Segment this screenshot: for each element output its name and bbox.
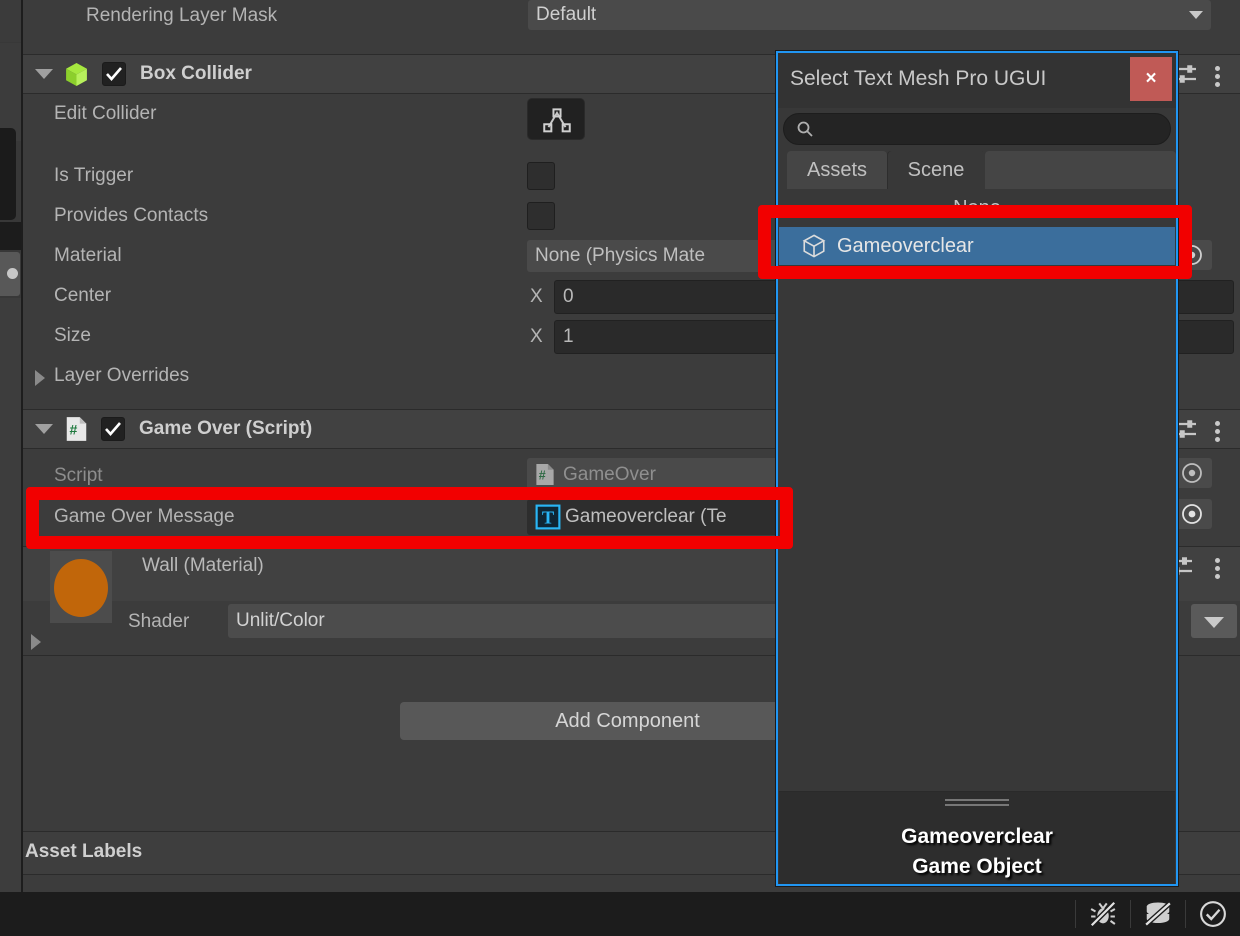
close-icon[interactable]: × [1130, 57, 1172, 101]
tab-scene-label: Scene [907, 158, 965, 181]
preview-object-name: Gameoverclear [901, 825, 1053, 848]
collider-material-objectfield[interactable]: None (Physics Mate [527, 240, 817, 272]
center-x-value: 0 [563, 286, 574, 307]
provides-contacts-checkbox[interactable] [527, 202, 555, 230]
database-disabled-icon[interactable] [1131, 892, 1185, 936]
bug-disabled-icon[interactable] [1076, 892, 1130, 936]
search-icon [796, 120, 814, 138]
sliver-segment-upper [0, 43, 22, 141]
list-item-gameoverclear[interactable]: Gameoverclear [779, 227, 1175, 265]
chevron-down-icon [1189, 11, 1203, 19]
is-trigger-checkbox[interactable] [527, 162, 555, 190]
collider-material-label: Material [54, 245, 122, 266]
game-over-enabled-checkbox[interactable] [101, 417, 125, 441]
layer-overrides-foldout-icon[interactable] [35, 370, 45, 386]
size-x-input[interactable]: 1 [554, 320, 804, 354]
sliver-segment-lower [0, 298, 22, 892]
script-label: Script [54, 465, 103, 486]
list-item-none-label: None [953, 196, 1001, 219]
dialog-title: Select Text Mesh Pro UGUI [790, 67, 1047, 90]
component-menu-icon[interactable] [1205, 414, 1231, 444]
collider-material-picker-icon[interactable] [1172, 240, 1212, 270]
center-axis-x-label: X [530, 286, 543, 307]
box-collider-title: Box Collider [140, 63, 252, 84]
center-label: Center [54, 285, 112, 306]
rendering-layer-mask-value: Default [536, 4, 597, 25]
search-field[interactable] [783, 113, 1171, 145]
resize-handle[interactable] [945, 799, 1009, 809]
dialog-preview-pane: Gameoverclear Game Object [779, 791, 1175, 884]
component-menu-icon[interactable] [1205, 551, 1231, 581]
size-label: Size [54, 325, 91, 346]
shader-value: Unlit/Color [236, 610, 325, 631]
material-name: Wall (Material) [142, 555, 264, 576]
size-axis-x-label: X [530, 326, 543, 347]
list-item-none[interactable]: None [779, 189, 1175, 227]
chevron-down-icon [1204, 617, 1224, 628]
dialog-tabbar: Assets Scene [778, 151, 1176, 189]
dialog-titlebar: Select Text Mesh Pro UGUI × [778, 53, 1176, 108]
script-value: GameOver [563, 464, 656, 485]
sliver-segment-mid [0, 222, 22, 250]
is-trigger-label: Is Trigger [54, 165, 134, 186]
list-item-gameoverclear-label: Gameoverclear [837, 234, 974, 257]
tabbar-filler [985, 151, 1176, 189]
rendering-layer-mask-label: Rendering Layer Mask [86, 5, 278, 26]
unity-inspector-screen: Rendering Layer Mask Default Box Collide… [0, 0, 1240, 936]
dialog-results-list[interactable]: None Gameoverclear [779, 189, 1175, 791]
sliver-nub-dot-icon [7, 268, 18, 279]
provides-contacts-label: Provides Contacts [54, 205, 209, 226]
sliver-button-nub[interactable] [0, 252, 20, 296]
left-panel-sliver [0, 0, 22, 892]
size-x-value: 1 [563, 326, 574, 347]
svg-text:T: T [542, 508, 554, 528]
svg-text:#: # [539, 468, 546, 482]
box-collider-header-actions [1171, 55, 1240, 93]
check-circle-icon[interactable] [1186, 892, 1240, 936]
edit-collider-button[interactable] [527, 98, 585, 140]
material-foldout-icon[interactable] [31, 634, 41, 650]
asset-labels-title: Asset Labels [25, 841, 143, 862]
rendering-layer-mask-row: Rendering Layer Mask Default [23, 0, 1240, 40]
box-collider-cube-icon [64, 62, 89, 87]
game-over-message-value: Gameoverclear (Te [565, 506, 727, 527]
edit-collider-label: Edit Collider [54, 103, 157, 124]
cs-script-icon: # [65, 416, 88, 442]
foldout-triangle-icon[interactable] [35, 424, 53, 434]
tab-assets[interactable]: Assets [787, 151, 887, 189]
script-picker-icon[interactable] [1172, 458, 1212, 488]
game-over-title: Game Over (Script) [139, 418, 313, 439]
add-component-label: Add Component [555, 709, 700, 732]
preview-object-type: Game Object [912, 855, 1042, 878]
object-picker-dialog: Select Text Mesh Pro UGUI × Assets Scene… [776, 51, 1178, 886]
sliver-segment-top [0, 0, 22, 42]
tab-scene[interactable]: Scene [887, 151, 985, 189]
component-menu-icon[interactable] [1205, 59, 1231, 89]
status-bar [0, 892, 1240, 936]
preview-caption: Gameoverclear Game Object [779, 822, 1175, 882]
game-over-message-picker-icon[interactable] [1172, 499, 1212, 529]
collider-material-value: None (Physics Mate [535, 245, 706, 266]
cs-script-icon: # [535, 463, 557, 487]
box-collider-enabled-checkbox[interactable] [102, 62, 126, 86]
text-mesh-pro-icon: T [535, 504, 561, 530]
foldout-triangle-icon[interactable] [35, 69, 53, 79]
sliver-dark-field [0, 128, 16, 220]
svg-text:#: # [69, 421, 77, 437]
layer-overrides-label: Layer Overrides [54, 365, 190, 386]
tab-assets-label: Assets [806, 158, 868, 181]
rendering-layer-mask-dropdown[interactable]: Default [528, 0, 1211, 30]
search-input[interactable] [820, 118, 1150, 140]
gameobject-cube-icon [801, 233, 827, 259]
game-over-header-actions [1171, 410, 1240, 448]
center-x-input[interactable]: 0 [554, 280, 804, 314]
game-over-message-label: Game Over Message [54, 506, 235, 527]
